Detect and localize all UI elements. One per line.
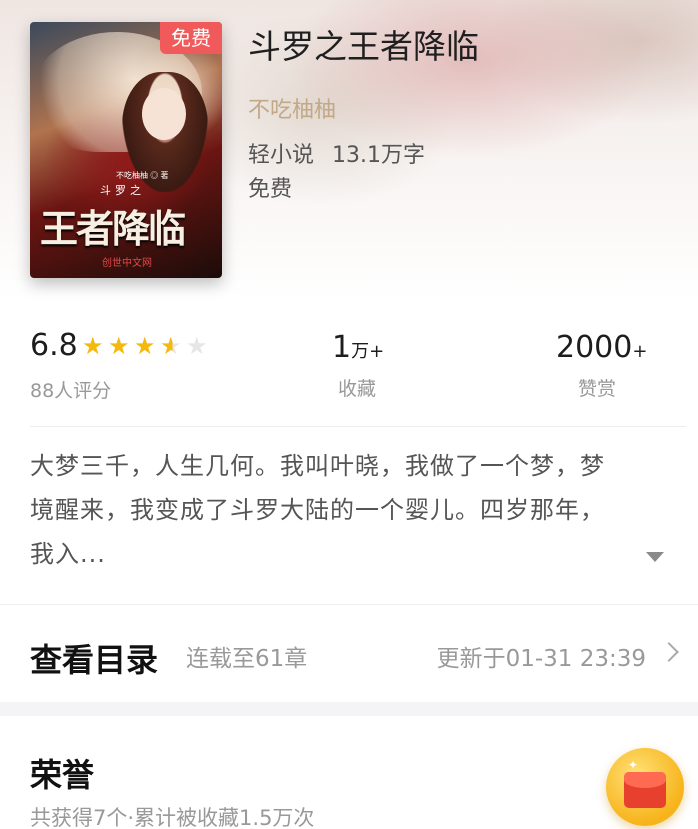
- cover-publisher: 创世中文网: [102, 258, 152, 269]
- favorites-count: 1万+: [332, 330, 384, 365]
- star-icon: ★: [82, 332, 104, 360]
- envelope-flap: [624, 772, 666, 788]
- book-word-count: 13.1万字: [332, 143, 426, 168]
- sparkle-icon: ✦: [628, 758, 639, 772]
- favorites-unit: 万+: [351, 341, 385, 362]
- section-gap: [0, 702, 698, 716]
- stats-row: 6.8 ★ ★ ★ ★ ★ 88人评分 1万+ 收藏 2000+ 赞赏: [0, 318, 698, 418]
- star-icon: ★: [134, 332, 156, 360]
- toc-title: 查看目录: [30, 641, 159, 679]
- toc-update-time: 更新于01-31 23:39: [436, 646, 646, 672]
- favorites-label: 收藏: [338, 378, 377, 400]
- description-line: 境醒来，我变成了斗罗大陆的一个婴儿。四岁那年，: [30, 496, 605, 524]
- description-line: 大梦三千，人生几何。我叫叶晓，我做了一个梦，梦: [30, 452, 605, 480]
- star-icon: ★: [108, 332, 130, 360]
- rating-score: 6.8: [30, 328, 78, 363]
- book-price: 免费: [248, 177, 293, 202]
- honor-summary: 共获得7个·累计被收藏1.5万次: [30, 806, 315, 829]
- likes-count: 2000+: [556, 330, 647, 365]
- divider: [30, 426, 686, 427]
- book-author[interactable]: 不吃柚柚: [248, 92, 336, 124]
- cover-subtitle: 斗罗之: [100, 185, 145, 197]
- likes-label: 赞赏: [578, 378, 617, 400]
- book-title: 斗罗之王者降临: [248, 27, 479, 66]
- book-meta: 轻小说 13.1万字: [248, 137, 425, 169]
- rating-count[interactable]: 88人评分: [30, 376, 111, 403]
- cover-face-art: [142, 88, 186, 140]
- honor-title: 荣誉: [30, 756, 95, 794]
- chevron-right-icon: [659, 642, 679, 662]
- likes-value: 2000: [556, 330, 633, 365]
- cover-author-line: 不吃柚柚 ◎ 著: [116, 171, 169, 180]
- cover-title: 王者降临: [40, 209, 186, 251]
- star-half-icon: ★: [160, 334, 184, 358]
- toc-chapter-status: 连载至61章: [186, 646, 308, 672]
- star-empty-icon: ★: [186, 332, 208, 360]
- favorites-value: 1: [332, 330, 352, 365]
- book-category[interactable]: 轻小说: [248, 143, 314, 168]
- toc-row[interactable]: 查看目录 连载至61章 更新于01-31 23:39: [0, 604, 698, 702]
- red-envelope-icon[interactable]: ✦: [606, 748, 684, 826]
- likes-unit: +: [632, 341, 648, 362]
- book-description[interactable]: 大梦三千，人生几何。我叫叶晓，我做了一个梦，梦 境醒来，我变成了斗罗大陆的一个婴…: [30, 444, 690, 576]
- chevron-down-icon[interactable]: [646, 552, 664, 562]
- description-line: 我入...: [30, 540, 106, 568]
- free-badge: 免费: [160, 22, 222, 54]
- rating-stars: ★ ★ ★ ★ ★: [82, 334, 210, 358]
- book-cover[interactable]: 不吃柚柚 ◎ 著 斗罗之 王者降临 创世中文网 免费: [30, 22, 222, 278]
